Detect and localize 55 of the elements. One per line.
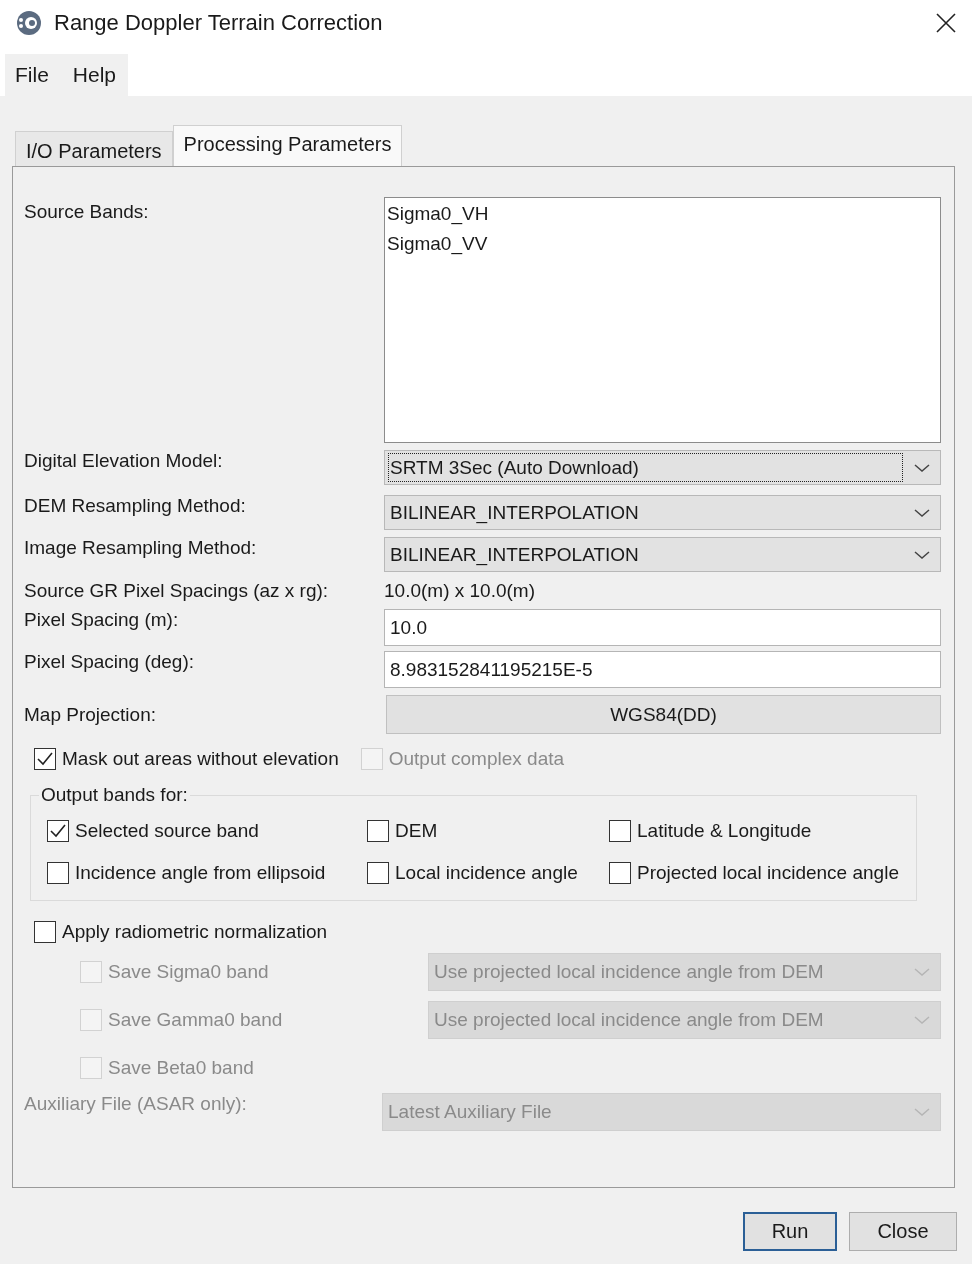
- field-label: DEM Resampling Method:: [24, 495, 247, 517]
- checkbox-label: Save Beta0 band: [108, 1057, 254, 1079]
- dialog-button[interactable]: Run: [743, 1212, 837, 1251]
- tab[interactable]: I/O Parameters: [15, 131, 173, 166]
- checkbox[interactable]: [367, 820, 389, 842]
- checkbox-label: Save Gamma0 band: [108, 1009, 283, 1031]
- checkbox-label: Mask out areas without elevation: [62, 748, 339, 770]
- group-title: Output bands for:: [40, 784, 189, 806]
- chevron-down-icon: [914, 1015, 930, 1025]
- checkbox-label: Incidence angle from ellipsoid: [75, 862, 326, 884]
- projection-button[interactable]: WGS84(DD): [386, 695, 941, 734]
- checkbox[interactable]: [609, 820, 631, 842]
- menu-item[interactable]: Help: [72, 63, 117, 87]
- checkbox[interactable]: [47, 862, 69, 884]
- source-bands-list[interactable]: Sigma0_VH Sigma0_VV: [384, 197, 941, 443]
- chevron-down-icon: [914, 1107, 930, 1117]
- window-title: Range Doppler Terrain Correction: [54, 10, 384, 36]
- checkbox-label: Save Sigma0 band: [108, 961, 269, 983]
- field-label: Source Bands:: [24, 201, 150, 223]
- checkbox[interactable]: [367, 862, 389, 884]
- input-field[interactable]: 10.0: [384, 609, 941, 646]
- field-label: Auxiliary File (ASAR only):: [24, 1093, 248, 1115]
- chevron-down-icon: [914, 549, 930, 560]
- menu-item[interactable]: File: [15, 63, 49, 87]
- field-label: Digital Elevation Model:: [24, 450, 224, 472]
- field-label: Map Projection:: [24, 703, 157, 726]
- dropdown[interactable]: BILINEAR_INTERPOLATION: [384, 495, 941, 530]
- checkbox-label: Apply radiometric normalization: [62, 921, 328, 943]
- input-field[interactable]: 8.983152841195215E-5: [384, 651, 941, 688]
- app-logo-icon: [16, 10, 42, 36]
- checkbox-label: Local incidence angle: [395, 862, 578, 884]
- field-label: Pixel Spacing (m):: [24, 609, 180, 631]
- checkbox[interactable]: [609, 862, 631, 884]
- dialog-button[interactable]: Close: [849, 1212, 957, 1251]
- field-value: 10.0(m) x 10.0(m): [384, 580, 536, 602]
- close-icon[interactable]: [936, 13, 956, 33]
- chevron-down-icon: [914, 462, 930, 473]
- chevron-down-icon: [914, 967, 930, 977]
- tab[interactable]: Processing Parameters: [172, 125, 403, 166]
- checkbox-label: Latitude & Longitude: [637, 820, 812, 842]
- checkbox[interactable]: [34, 921, 56, 943]
- checkbox[interactable]: [34, 748, 56, 770]
- list-item[interactable]: Sigma0_VH: [387, 202, 938, 226]
- dropdown[interactable]: BILINEAR_INTERPOLATION: [384, 537, 941, 572]
- field-label: Image Resampling Method:: [24, 537, 258, 559]
- list-item[interactable]: Sigma0_VV: [387, 232, 938, 256]
- dropdown[interactable]: SRTM 3Sec (Auto Download): [384, 450, 941, 485]
- field-label: Source GR Pixel Spacings (az x rg):: [24, 580, 330, 602]
- chevron-down-icon: [914, 507, 930, 518]
- checkbox-label: Selected source band: [75, 820, 259, 842]
- checkbox[interactable]: [47, 820, 69, 842]
- field-label: Pixel Spacing (deg):: [24, 651, 196, 673]
- checkbox-label: Projected local incidence angle: [637, 862, 899, 884]
- checkbox-label: Output complex data: [388, 748, 565, 770]
- checkbox-label: DEM: [395, 820, 438, 842]
